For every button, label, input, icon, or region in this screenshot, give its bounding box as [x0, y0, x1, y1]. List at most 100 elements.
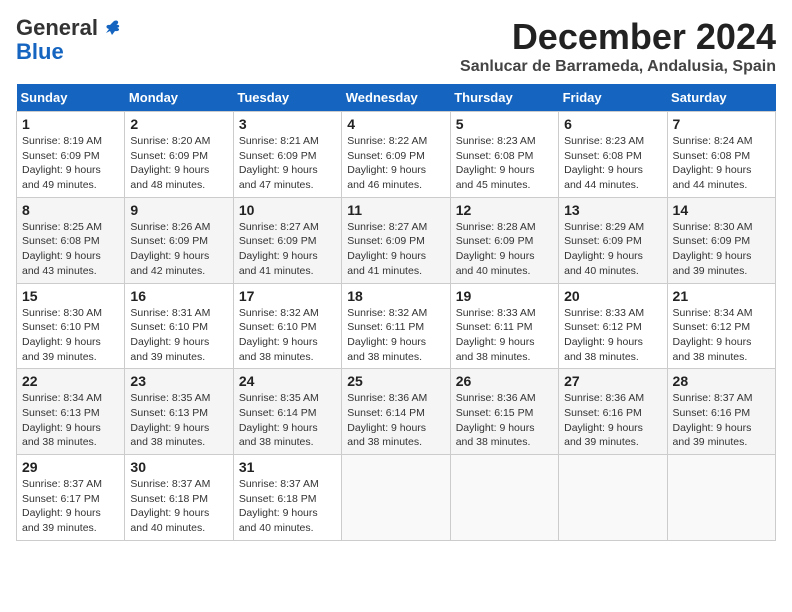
- calendar-week-row: 29 Sunrise: 8:37 AMSunset: 6:17 PMDaylig…: [17, 455, 776, 541]
- day-number: 9: [130, 202, 227, 218]
- calendar-cell: 23 Sunrise: 8:35 AMSunset: 6:13 PMDaylig…: [125, 369, 233, 455]
- calendar-week-row: 8 Sunrise: 8:25 AMSunset: 6:08 PMDayligh…: [17, 197, 776, 283]
- month-title: December 2024: [460, 16, 776, 58]
- calendar-cell: 5 Sunrise: 8:23 AMSunset: 6:08 PMDayligh…: [450, 112, 558, 198]
- day-info: Sunrise: 8:37 AMSunset: 6:18 PMDaylight:…: [239, 478, 319, 534]
- calendar-cell: 19 Sunrise: 8:33 AMSunset: 6:11 PMDaylig…: [450, 283, 558, 369]
- weekday-header-row: SundayMondayTuesdayWednesdayThursdayFrid…: [17, 84, 776, 112]
- calendar-cell: 24 Sunrise: 8:35 AMSunset: 6:14 PMDaylig…: [233, 369, 341, 455]
- calendar-cell: [667, 455, 775, 541]
- day-number: 27: [564, 373, 661, 389]
- day-info: Sunrise: 8:29 AMSunset: 6:09 PMDaylight:…: [564, 221, 644, 277]
- calendar-cell: 15 Sunrise: 8:30 AMSunset: 6:10 PMDaylig…: [17, 283, 125, 369]
- calendar-cell: 6 Sunrise: 8:23 AMSunset: 6:08 PMDayligh…: [559, 112, 667, 198]
- day-number: 28: [673, 373, 770, 389]
- day-info: Sunrise: 8:33 AMSunset: 6:12 PMDaylight:…: [564, 307, 644, 363]
- day-info: Sunrise: 8:32 AMSunset: 6:11 PMDaylight:…: [347, 307, 427, 363]
- day-info: Sunrise: 8:34 AMSunset: 6:13 PMDaylight:…: [22, 392, 102, 448]
- day-number: 1: [22, 116, 119, 132]
- day-number: 16: [130, 288, 227, 304]
- day-info: Sunrise: 8:35 AMSunset: 6:14 PMDaylight:…: [239, 392, 319, 448]
- calendar-cell: [342, 455, 450, 541]
- day-number: 7: [673, 116, 770, 132]
- day-number: 15: [22, 288, 119, 304]
- day-info: Sunrise: 8:36 AMSunset: 6:15 PMDaylight:…: [456, 392, 536, 448]
- day-info: Sunrise: 8:24 AMSunset: 6:08 PMDaylight:…: [673, 135, 753, 191]
- calendar-cell: 1 Sunrise: 8:19 AMSunset: 6:09 PMDayligh…: [17, 112, 125, 198]
- day-info: Sunrise: 8:23 AMSunset: 6:08 PMDaylight:…: [456, 135, 536, 191]
- logo-blue-text: Blue: [16, 40, 64, 64]
- day-number: 13: [564, 202, 661, 218]
- day-info: Sunrise: 8:34 AMSunset: 6:12 PMDaylight:…: [673, 307, 753, 363]
- day-info: Sunrise: 8:30 AMSunset: 6:09 PMDaylight:…: [673, 221, 753, 277]
- calendar-cell: 9 Sunrise: 8:26 AMSunset: 6:09 PMDayligh…: [125, 197, 233, 283]
- day-number: 2: [130, 116, 227, 132]
- calendar-cell: 12 Sunrise: 8:28 AMSunset: 6:09 PMDaylig…: [450, 197, 558, 283]
- day-number: 8: [22, 202, 119, 218]
- day-info: Sunrise: 8:32 AMSunset: 6:10 PMDaylight:…: [239, 307, 319, 363]
- weekday-header-friday: Friday: [559, 84, 667, 112]
- calendar-cell: 13 Sunrise: 8:29 AMSunset: 6:09 PMDaylig…: [559, 197, 667, 283]
- day-number: 19: [456, 288, 553, 304]
- day-info: Sunrise: 8:37 AMSunset: 6:18 PMDaylight:…: [130, 478, 210, 534]
- calendar-week-row: 22 Sunrise: 8:34 AMSunset: 6:13 PMDaylig…: [17, 369, 776, 455]
- day-info: Sunrise: 8:27 AMSunset: 6:09 PMDaylight:…: [347, 221, 427, 277]
- day-info: Sunrise: 8:37 AMSunset: 6:16 PMDaylight:…: [673, 392, 753, 448]
- calendar-cell: 10 Sunrise: 8:27 AMSunset: 6:09 PMDaylig…: [233, 197, 341, 283]
- calendar-cell: 28 Sunrise: 8:37 AMSunset: 6:16 PMDaylig…: [667, 369, 775, 455]
- day-number: 29: [22, 459, 119, 475]
- weekday-header-sunday: Sunday: [17, 84, 125, 112]
- day-number: 6: [564, 116, 661, 132]
- day-info: Sunrise: 8:21 AMSunset: 6:09 PMDaylight:…: [239, 135, 319, 191]
- calendar-cell: 7 Sunrise: 8:24 AMSunset: 6:08 PMDayligh…: [667, 112, 775, 198]
- day-info: Sunrise: 8:30 AMSunset: 6:10 PMDaylight:…: [22, 307, 102, 363]
- calendar-cell: 16 Sunrise: 8:31 AMSunset: 6:10 PMDaylig…: [125, 283, 233, 369]
- calendar-cell: 8 Sunrise: 8:25 AMSunset: 6:08 PMDayligh…: [17, 197, 125, 283]
- calendar-cell: 25 Sunrise: 8:36 AMSunset: 6:14 PMDaylig…: [342, 369, 450, 455]
- day-info: Sunrise: 8:28 AMSunset: 6:09 PMDaylight:…: [456, 221, 536, 277]
- calendar-cell: 22 Sunrise: 8:34 AMSunset: 6:13 PMDaylig…: [17, 369, 125, 455]
- day-number: 23: [130, 373, 227, 389]
- weekday-header-thursday: Thursday: [450, 84, 558, 112]
- weekday-header-saturday: Saturday: [667, 84, 775, 112]
- day-number: 10: [239, 202, 336, 218]
- weekday-header-monday: Monday: [125, 84, 233, 112]
- calendar-cell: 2 Sunrise: 8:20 AMSunset: 6:09 PMDayligh…: [125, 112, 233, 198]
- calendar-week-row: 1 Sunrise: 8:19 AMSunset: 6:09 PMDayligh…: [17, 112, 776, 198]
- day-info: Sunrise: 8:35 AMSunset: 6:13 PMDaylight:…: [130, 392, 210, 448]
- calendar-cell: 29 Sunrise: 8:37 AMSunset: 6:17 PMDaylig…: [17, 455, 125, 541]
- day-number: 18: [347, 288, 444, 304]
- day-info: Sunrise: 8:19 AMSunset: 6:09 PMDaylight:…: [22, 135, 102, 191]
- calendar-table: SundayMondayTuesdayWednesdayThursdayFrid…: [16, 84, 776, 541]
- day-number: 21: [673, 288, 770, 304]
- day-info: Sunrise: 8:37 AMSunset: 6:17 PMDaylight:…: [22, 478, 102, 534]
- page-header: General Blue December 2024 Sanlucar de B…: [16, 16, 776, 76]
- weekday-header-tuesday: Tuesday: [233, 84, 341, 112]
- logo-bird-icon: [100, 17, 122, 39]
- calendar-cell: 31 Sunrise: 8:37 AMSunset: 6:18 PMDaylig…: [233, 455, 341, 541]
- day-info: Sunrise: 8:33 AMSunset: 6:11 PMDaylight:…: [456, 307, 536, 363]
- logo: General Blue: [16, 16, 122, 64]
- day-info: Sunrise: 8:22 AMSunset: 6:09 PMDaylight:…: [347, 135, 427, 191]
- day-info: Sunrise: 8:26 AMSunset: 6:09 PMDaylight:…: [130, 221, 210, 277]
- calendar-cell: 11 Sunrise: 8:27 AMSunset: 6:09 PMDaylig…: [342, 197, 450, 283]
- day-info: Sunrise: 8:20 AMSunset: 6:09 PMDaylight:…: [130, 135, 210, 191]
- day-info: Sunrise: 8:27 AMSunset: 6:09 PMDaylight:…: [239, 221, 319, 277]
- day-number: 24: [239, 373, 336, 389]
- day-info: Sunrise: 8:23 AMSunset: 6:08 PMDaylight:…: [564, 135, 644, 191]
- day-number: 25: [347, 373, 444, 389]
- day-number: 17: [239, 288, 336, 304]
- calendar-title-area: December 2024 Sanlucar de Barrameda, And…: [460, 16, 776, 76]
- calendar-cell: 18 Sunrise: 8:32 AMSunset: 6:11 PMDaylig…: [342, 283, 450, 369]
- day-number: 31: [239, 459, 336, 475]
- calendar-week-row: 15 Sunrise: 8:30 AMSunset: 6:10 PMDaylig…: [17, 283, 776, 369]
- calendar-cell: 3 Sunrise: 8:21 AMSunset: 6:09 PMDayligh…: [233, 112, 341, 198]
- calendar-cell: 26 Sunrise: 8:36 AMSunset: 6:15 PMDaylig…: [450, 369, 558, 455]
- day-number: 26: [456, 373, 553, 389]
- calendar-cell: [450, 455, 558, 541]
- calendar-cell: [559, 455, 667, 541]
- day-number: 3: [239, 116, 336, 132]
- day-number: 4: [347, 116, 444, 132]
- calendar-cell: 21 Sunrise: 8:34 AMSunset: 6:12 PMDaylig…: [667, 283, 775, 369]
- day-info: Sunrise: 8:25 AMSunset: 6:08 PMDaylight:…: [22, 221, 102, 277]
